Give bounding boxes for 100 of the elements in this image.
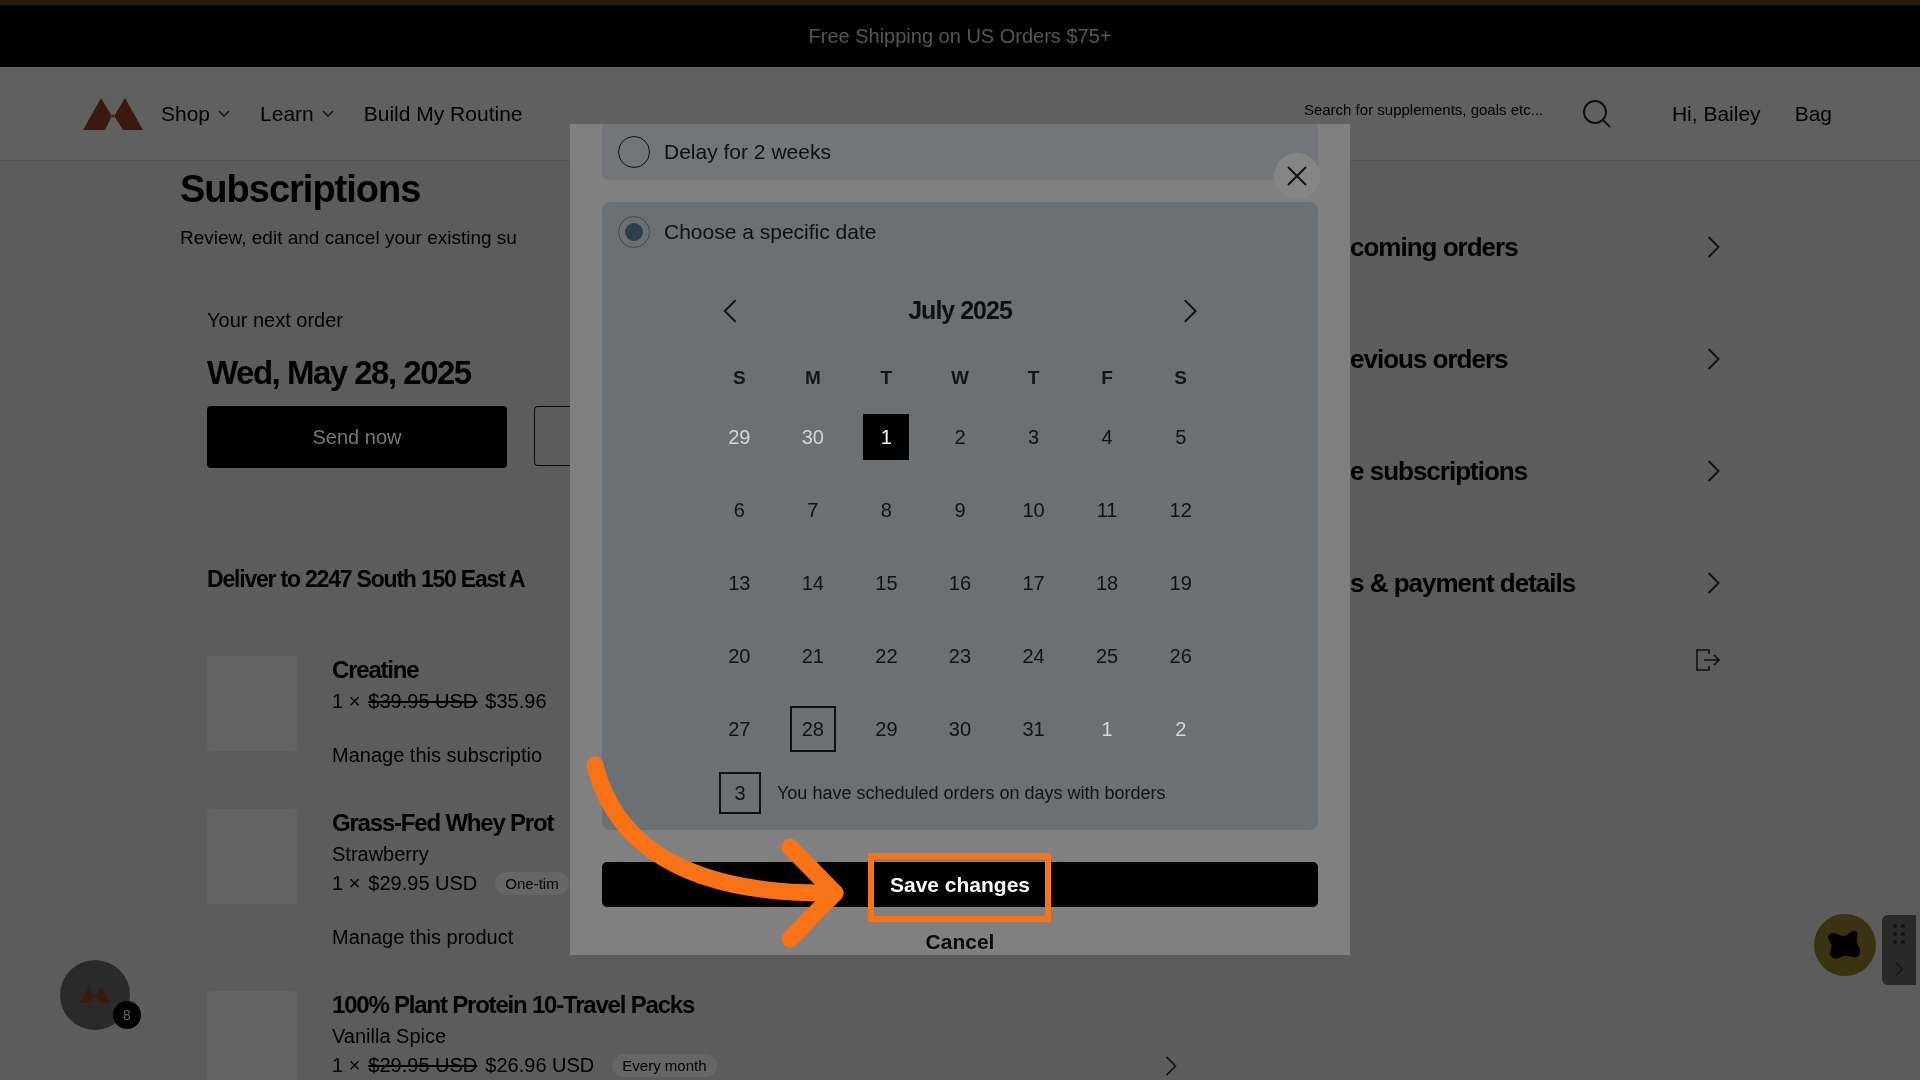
weekday-label: M — [803, 366, 822, 390]
close-icon — [1287, 166, 1307, 186]
product-quantity: 1 × — [332, 1054, 361, 1077]
calendar-day[interactable]: 4 — [1084, 414, 1131, 460]
account-menu-item[interactable]: s & payment details — [1350, 527, 1720, 639]
calendar-day[interactable]: 3 — [1010, 414, 1057, 460]
search-field[interactable]: Search for supplements, goals etc... — [1301, 97, 1572, 122]
weekday-label: T — [1026, 366, 1041, 390]
nav-link[interactable]: Learn — [260, 101, 334, 126]
calendar-day[interactable]: 7 — [789, 487, 836, 533]
calendar-day[interactable]: 11 — [1084, 487, 1131, 533]
calendar-day[interactable]: 17 — [1010, 560, 1057, 606]
product-name: Creatine — [332, 656, 419, 684]
account-menu-item[interactable]: evious orders — [1350, 303, 1720, 415]
calendar-day[interactable]: 14 — [789, 560, 836, 606]
next-month-button[interactable] — [1183, 298, 1198, 323]
page-title: Subscriptions — [180, 168, 422, 211]
radio-option[interactable]: Delay for 2 weeks — [618, 136, 831, 168]
product-price: $29.95 USD — [368, 872, 478, 895]
radio-option[interactable]: Choose a specific date — [618, 216, 877, 248]
calendar-day[interactable]: 30 — [937, 706, 983, 752]
frequency-badge: Every month — [612, 1054, 717, 1077]
calendar-day[interactable]: 15 — [863, 560, 910, 606]
calendar-day[interactable]: 21 — [789, 633, 836, 679]
weekday-label: S — [1173, 366, 1189, 390]
product-name: Grass-Fed Whey Prot — [332, 809, 554, 837]
calendar-day[interactable]: 29 — [863, 706, 910, 752]
product-variant: Strawberry — [332, 843, 429, 866]
chevron-icon — [1706, 348, 1720, 370]
logo-icon — [80, 987, 110, 1003]
old-price: $39.95 USD — [368, 690, 478, 713]
bag-link[interactable]: Bag — [1794, 101, 1832, 126]
calendar-day[interactable]: 2 — [937, 414, 983, 460]
weekday-label: F — [1100, 366, 1114, 390]
calendar-day[interactable]: 1 — [1084, 706, 1131, 752]
logout-icon[interactable] — [1696, 649, 1720, 671]
send-now-button[interactable]: Send now — [207, 406, 507, 468]
next-order-label: Your next order — [207, 309, 344, 332]
calendar-day[interactable]: 12 — [1157, 487, 1204, 533]
calendar-day[interactable]: 26 — [1157, 633, 1204, 679]
legend-sample: 3 — [719, 772, 761, 814]
calendar-day[interactable]: 10 — [1010, 487, 1057, 533]
product-variant: Vanilla Spice — [332, 1025, 447, 1048]
calendar-day[interactable]: 29 — [716, 414, 763, 460]
search-icon[interactable] — [1581, 98, 1612, 129]
manage-link[interactable]: Manage this subscriptio — [332, 744, 543, 767]
next-order-date: Wed, May 28, 2025 — [207, 354, 472, 392]
calendar-day[interactable]: 20 — [716, 633, 763, 679]
cancel-button[interactable]: Cancel — [919, 929, 1001, 955]
calendar-day[interactable]: 25 — [1084, 633, 1131, 679]
product-quantity: 1 × — [332, 690, 361, 713]
product-name: 100% Plant Protein 10-Travel Packs — [332, 991, 695, 1019]
calendar-day[interactable]: 1 — [863, 414, 910, 460]
weekday-label: W — [950, 366, 970, 390]
chevron-icon — [1706, 236, 1720, 258]
calendar-day[interactable]: 28 — [789, 706, 836, 752]
calendar-day[interactable]: 31 — [1010, 706, 1057, 752]
logo-icon — [83, 97, 143, 130]
greeting-link[interactable]: Hi, Bailey — [1671, 101, 1761, 126]
calendar-day[interactable]: 16 — [937, 560, 983, 606]
announcement-text: Free Shipping on US Orders $75+ — [808, 24, 1112, 48]
notification-count: 8 — [113, 1001, 141, 1029]
calendar-day[interactable]: 5 — [1157, 414, 1204, 460]
calendar-day[interactable]: 8 — [863, 487, 910, 533]
calendar-day[interactable]: 6 — [716, 487, 763, 533]
weekday-label: S — [731, 366, 747, 390]
calendar-day[interactable]: 23 — [937, 633, 983, 679]
chevron-right-icon — [1183, 298, 1198, 323]
calendar-day[interactable]: 2 — [1157, 706, 1204, 752]
calendar-day[interactable]: 19 — [1157, 560, 1204, 606]
delivery-heading: Deliver to 2247 South 150 East A — [207, 566, 526, 593]
product-price: $26.96 USD — [485, 1054, 595, 1077]
old-price: $29.95 USD — [368, 1054, 478, 1077]
chevron-icon — [1706, 460, 1720, 482]
calendar-day[interactable]: 24 — [1010, 633, 1057, 679]
previous-month-button[interactable] — [722, 298, 737, 323]
product-price: $35.96 — [485, 690, 547, 713]
page-subtitle: Review, edit and cancel your existing su — [180, 227, 518, 249]
calendar-day[interactable]: 27 — [716, 706, 763, 752]
manage-link[interactable]: Manage this product — [332, 926, 514, 949]
chevron-left-icon — [722, 298, 737, 323]
account-menu-item[interactable]: coming orders — [1350, 191, 1720, 303]
side-handle[interactable] — [1882, 915, 1916, 985]
frequency-badge: One-tim — [495, 872, 569, 895]
calendar-day[interactable]: 18 — [1084, 560, 1131, 606]
calendar-day[interactable]: 13 — [716, 560, 763, 606]
chevron-icon — [1165, 1055, 1177, 1076]
account-menu-item[interactable]: e subscriptions — [1350, 415, 1720, 527]
grip-icon — [1893, 924, 1905, 944]
calendar-day[interactable]: 9 — [937, 487, 983, 533]
close-button[interactable] — [1274, 153, 1320, 199]
nav-link[interactable]: Build My Routine — [363, 101, 523, 126]
calendar-day[interactable]: 30 — [789, 414, 836, 460]
weekday-label: T — [879, 366, 894, 390]
month-title: July 2025 — [908, 296, 1012, 325]
legend-text: You have scheduled orders on days with borders — [777, 782, 1166, 804]
chevron-icon — [1706, 572, 1720, 594]
calendar-day[interactable]: 22 — [863, 633, 910, 679]
nav-link[interactable]: Shop — [161, 101, 231, 126]
product-quantity: 1 × — [332, 872, 361, 895]
